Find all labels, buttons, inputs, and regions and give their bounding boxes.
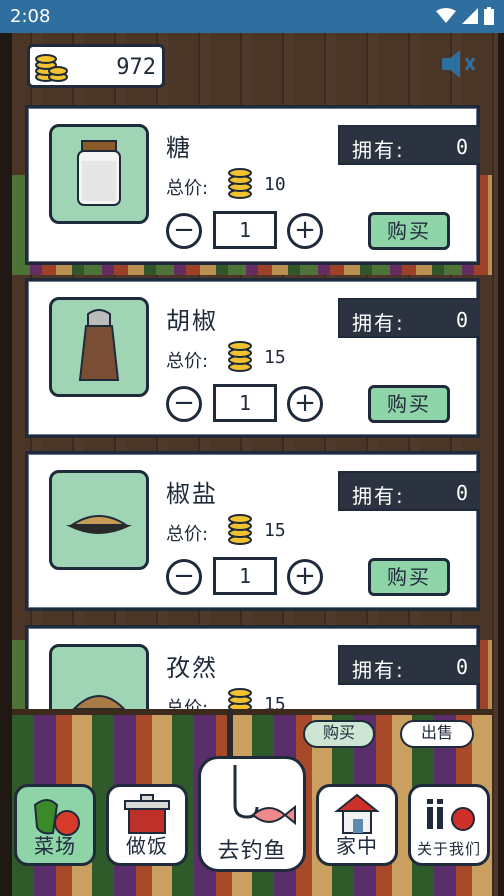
nav-label: 去钓鱼 <box>217 839 287 864</box>
coins-icon <box>228 168 252 199</box>
item-name: 胡椒 <box>166 307 218 335</box>
item-name: 孜然 <box>166 654 218 682</box>
owned-count-panel: 拥有: 0 <box>338 471 480 511</box>
coins-icon <box>35 54 68 82</box>
coins-icon <box>228 688 252 709</box>
item-name: 椒盐 <box>166 480 218 508</box>
shop-item-card: 糖 总价: 10 − 1 + 拥有: 0 购买 <box>25 105 480 265</box>
owned-label: 拥有: <box>352 658 405 682</box>
owned-count-panel: 拥有: 0 <box>338 645 480 685</box>
owned-value: 0 <box>455 308 468 332</box>
item-thumbnail <box>49 470 149 570</box>
right-frame <box>498 33 504 896</box>
nav-label: 做饭 <box>126 834 168 858</box>
decrease-quantity-button[interactable]: − <box>166 386 202 422</box>
signal-icon <box>462 8 478 24</box>
item-thumbnail <box>49 297 149 397</box>
nav-go-fishing[interactable]: 去钓鱼 <box>198 756 306 872</box>
price-label: 总价: <box>166 698 209 709</box>
shop-item-card: 椒盐 总价: 15 − 1 + 拥有: 0 购买 <box>25 451 480 611</box>
quantity-field[interactable]: 1 <box>213 557 277 595</box>
owned-label: 拥有: <box>352 311 405 335</box>
pepper-shaker-icon <box>78 309 120 381</box>
item-price: 10 <box>264 174 286 195</box>
wifi-icon <box>436 8 456 23</box>
battery-icon <box>484 7 494 25</box>
sugar-jar-icon <box>77 140 121 206</box>
about-icon <box>427 799 475 831</box>
decrease-quantity-button[interactable]: − <box>166 213 202 249</box>
owned-count-panel: 拥有: 0 <box>338 125 480 165</box>
nav-label: 菜场 <box>34 834 76 858</box>
coins-icon <box>228 341 252 372</box>
coins-icon <box>228 514 252 545</box>
cumin-pile-icon <box>72 695 126 709</box>
owned-label: 拥有: <box>352 138 405 162</box>
shop-list[interactable]: 糖 总价: 10 − 1 + 拥有: 0 购买 胡椒 总价: 15 − 1 + <box>25 105 480 709</box>
fishing-hook-icon <box>233 765 296 826</box>
nav-label: 关于我们 <box>416 840 481 858</box>
buy-button[interactable]: 购买 <box>368 385 450 423</box>
decrease-quantity-button[interactable]: − <box>166 559 202 595</box>
buy-button[interactable]: 购买 <box>368 558 450 596</box>
item-price: 15 <box>264 347 286 368</box>
item-thumbnail <box>49 644 149 709</box>
status-icons <box>436 7 494 25</box>
shop-item-card: 胡椒 总价: 15 − 1 + 拥有: 0 购买 <box>25 278 480 438</box>
owned-value: 0 <box>455 135 468 159</box>
sound-toggle[interactable] <box>438 48 478 84</box>
nav-home[interactable]: 家中 <box>316 784 398 866</box>
status-bar: 2:08 <box>0 0 504 33</box>
item-name: 糖 <box>166 134 192 162</box>
quantity-field[interactable]: 1 <box>213 211 277 249</box>
owned-label: 拥有: <box>352 484 405 508</box>
increase-quantity-button[interactable]: + <box>287 559 323 595</box>
nav-about-us[interactable]: 关于我们 <box>408 784 490 866</box>
owned-value: 0 <box>455 655 468 679</box>
nav-cook[interactable]: 做饭 <box>106 784 188 866</box>
item-price: 15 <box>264 694 286 709</box>
clock: 2:08 <box>10 6 51 27</box>
owned-value: 0 <box>455 481 468 505</box>
price-label: 总价: <box>166 351 209 372</box>
nav-market[interactable]: 菜场 <box>14 784 96 866</box>
speaker-icon <box>442 50 476 78</box>
coin-balance: 972 <box>27 44 165 88</box>
pepper-salt-bowl-icon <box>66 515 132 534</box>
nav-label: 家中 <box>336 834 378 858</box>
shop-item-card: 孜然 总价: 15 − 1 + 拥有: 0 购买 <box>25 625 480 709</box>
item-price: 15 <box>264 520 286 541</box>
owned-count-panel: 拥有: 0 <box>338 298 480 338</box>
price-label: 总价: <box>166 178 209 199</box>
price-label: 总价: <box>166 524 209 545</box>
buy-button[interactable]: 购买 <box>368 212 450 250</box>
item-thumbnail <box>49 124 149 224</box>
increase-quantity-button[interactable]: + <box>287 213 323 249</box>
sell-sign[interactable]: 出售 <box>400 720 474 748</box>
coin-count: 972 <box>116 55 156 80</box>
left-frame <box>0 33 12 896</box>
quantity-field[interactable]: 1 <box>213 384 277 422</box>
increase-quantity-button[interactable]: + <box>287 386 323 422</box>
buy-sign[interactable]: 购买 <box>303 720 375 748</box>
